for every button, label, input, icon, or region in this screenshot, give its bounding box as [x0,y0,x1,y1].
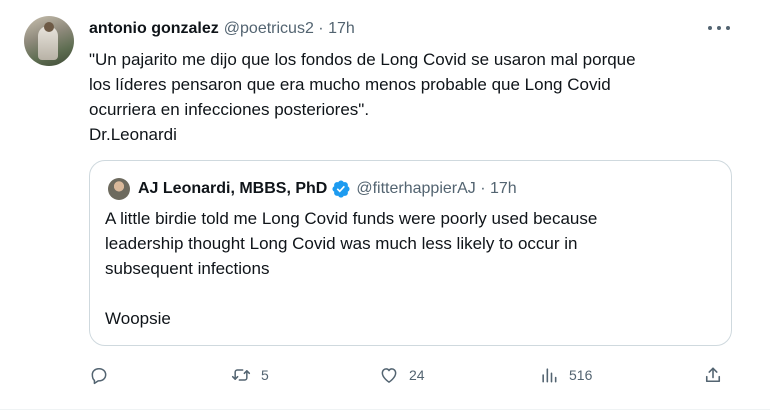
more-icon[interactable] [708,20,730,36]
views-button[interactable]: 516 [539,362,592,388]
action-bar: 5 24 516 [89,362,729,388]
quoted-tweet[interactable]: AJ Leonardi, MBBS, PhD @fitterhappierAJ … [89,160,732,346]
author-name[interactable]: antonio gonzalez [89,20,219,38]
author-handle-time[interactable]: @poetricus2 · 17h [224,20,355,38]
retweet-button[interactable]: 5 [231,362,269,388]
retweet-count: 5 [261,367,269,383]
views-count: 516 [569,367,593,383]
tweet[interactable]: antonio gonzalez @poetricus2 · 17h "Un p… [0,0,770,410]
author-avatar[interactable] [24,16,74,66]
views-icon [542,368,557,383]
quoted-handle-time: @fitterhappierAJ · 17h [356,180,517,197]
tweet-text: "Un pajarito me dijo que los fondos de L… [89,50,636,144]
tweet-header: antonio gonzalez @poetricus2 · 17h [89,20,355,38]
quoted-avatar [108,178,130,200]
reply-button[interactable] [89,362,119,388]
quoted-header: AJ Leonardi, MBBS, PhD @fitterhappierAJ … [108,178,517,200]
verified-icon [332,180,350,198]
reply-icon [91,368,107,385]
like-icon [381,368,397,383]
retweet-icon [231,369,251,381]
share-icon [705,367,721,383]
avatar-head [44,22,54,32]
quoted-author-name: AJ Leonardi, MBBS, PhD [138,180,328,197]
like-count: 24 [409,367,425,383]
like-button[interactable]: 24 [379,362,425,388]
quoted-text: A little birdie told me Long Covid funds… [105,209,598,328]
share-button[interactable] [703,362,723,388]
